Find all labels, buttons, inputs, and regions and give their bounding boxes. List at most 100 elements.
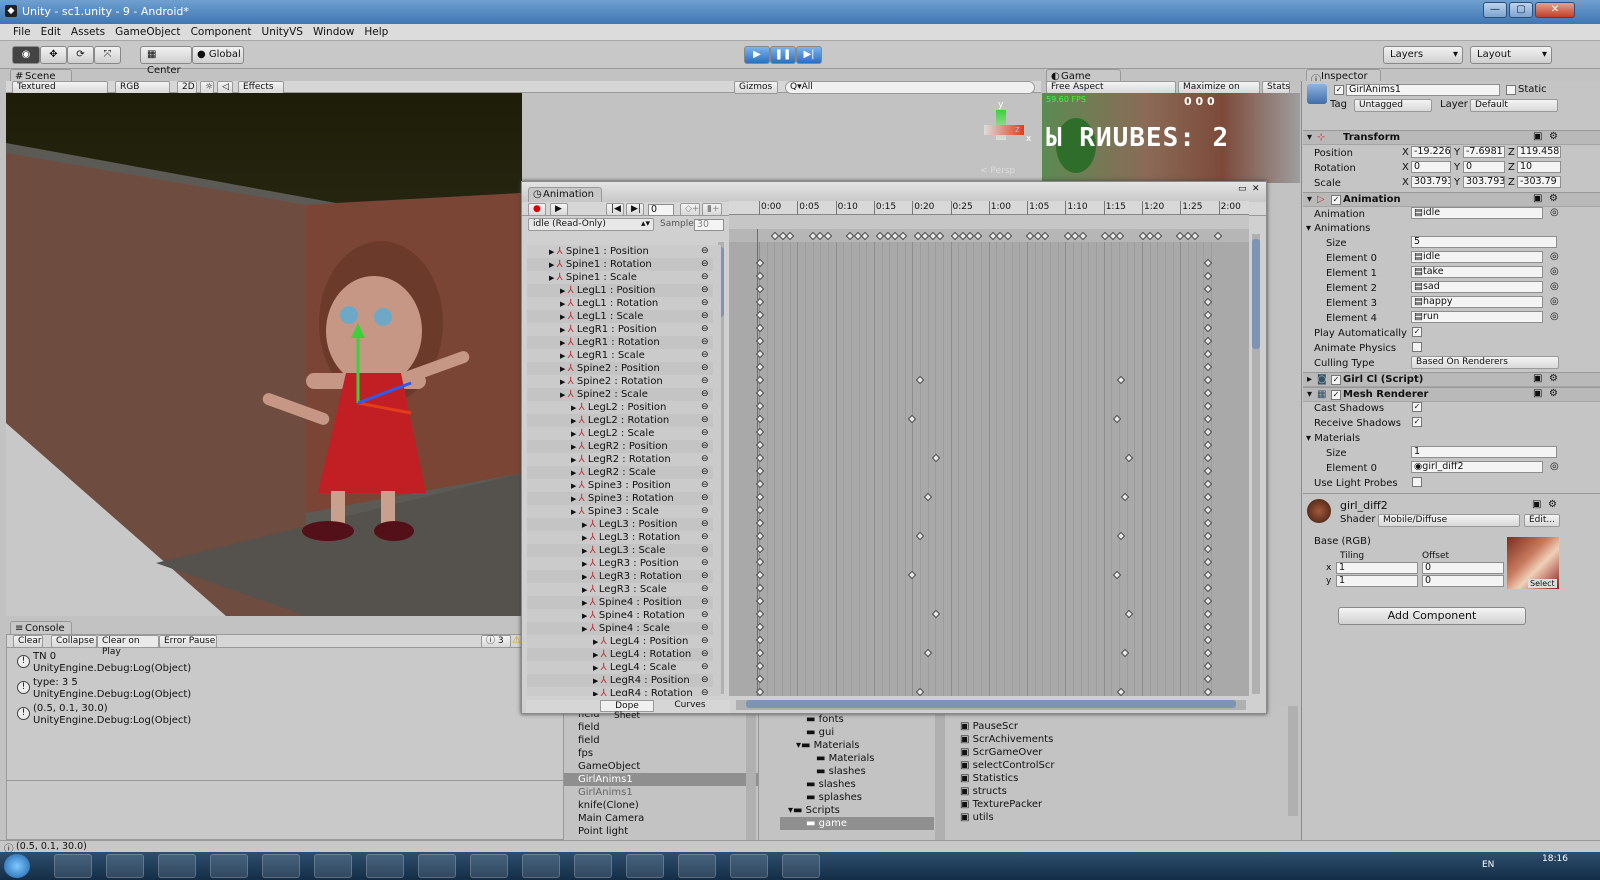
track-options-icon[interactable]: ⊖ (701, 323, 709, 336)
project-tree-scrollbar[interactable] (935, 706, 945, 840)
hand-tool-button[interactable]: ◉ (12, 46, 40, 64)
hierarchy-item[interactable]: Point light (578, 825, 628, 838)
material-size-field[interactable]: 1 (1411, 446, 1557, 458)
animation-track-row[interactable]: ▶ ⅄ Spine4 : Position ⊖ (527, 596, 713, 609)
offset-x-field[interactable]: 0 (1422, 562, 1504, 574)
taskbar-vs-icon[interactable] (730, 854, 768, 878)
tag-dropdown[interactable]: Untagged (1354, 99, 1432, 112)
rotation-x-field[interactable]: 0 (1411, 161, 1451, 173)
taskbar-app-icon[interactable] (158, 854, 196, 878)
gear-icon[interactable]: ⚙ (1549, 131, 1558, 142)
animation-track-row[interactable]: ▶ ⅄ LegR2 : Rotation ⊖ (527, 453, 713, 466)
gear-icon[interactable]: ⚙ (1549, 193, 1558, 204)
rotation-z-field[interactable]: 10 (1517, 161, 1561, 173)
chevron-right-icon[interactable]: ▶ (571, 404, 579, 412)
project-file[interactable]: ▣ Statistics (960, 772, 1018, 785)
track-options-icon[interactable]: ⊖ (701, 414, 709, 427)
project-folder[interactable]: ▾▬ Materials (796, 739, 860, 752)
chevron-right-icon[interactable]: ▶ (571, 430, 579, 438)
animation-track-row[interactable]: ▶ ⅄ LegL1 : Rotation ⊖ (527, 297, 713, 310)
taskbar-app-icon[interactable] (366, 854, 404, 878)
hierarchy-item[interactable]: knife(Clone) (578, 799, 639, 812)
animation-track-row[interactable]: ▶ ⅄ LegR1 : Scale ⊖ (527, 349, 713, 362)
animation-track-row[interactable]: ▶ ⅄ Spine2 : Position ⊖ (527, 362, 713, 375)
animation-track-row[interactable]: ▶ ⅄ LegL4 : Rotation ⊖ (527, 648, 713, 661)
project-folder[interactable]: ▬ gui (806, 726, 834, 739)
minimize-button[interactable]: — (1483, 2, 1507, 18)
chevron-right-icon[interactable]: ▶ (571, 469, 579, 477)
add-component-button[interactable]: Add Component (1338, 607, 1526, 625)
menu-unityvs[interactable]: UnityVS (257, 24, 308, 40)
track-options-icon[interactable]: ⊖ (701, 297, 709, 310)
keyframe[interactable] (1116, 531, 1126, 541)
project-file[interactable]: ▣ ScrGameOver (960, 746, 1042, 759)
track-options-icon[interactable]: ⊖ (701, 440, 709, 453)
taskbar-app-icon[interactable] (782, 854, 820, 878)
track-options-icon[interactable]: ⊖ (701, 427, 709, 440)
transform-header[interactable]: ▾ ⊹ Transform ▣ ⚙ (1303, 130, 1600, 145)
project-folder[interactable]: ▬ Materials (816, 752, 874, 765)
keyframe[interactable] (915, 375, 925, 385)
chevron-right-icon[interactable]: ▶ (571, 417, 579, 425)
animation-track-row[interactable]: ▶ ⅄ Spine3 : Rotation ⊖ (527, 492, 713, 505)
project-folder[interactable]: ▬ slashes (806, 778, 856, 791)
project-folder[interactable]: ▾▬ Scripts (788, 804, 840, 817)
taskbar-firefox-icon[interactable] (54, 854, 92, 878)
console-error-pause-button[interactable]: Error Pause (159, 635, 217, 648)
game-view[interactable]: 59.60 FPS 0 0 0 Ы RИUBES: 2 (1042, 93, 1300, 183)
chevron-right-icon[interactable]: ▶ (549, 274, 557, 282)
position-y-field[interactable]: -7.6981 (1463, 146, 1505, 158)
help-icon[interactable]: ▣ (1533, 373, 1542, 384)
chevron-right-icon[interactable]: ▶ (571, 508, 579, 516)
scale-y-field[interactable]: 303.793 (1463, 176, 1505, 188)
element-field[interactable]: ▤sad (1411, 281, 1543, 293)
track-options-icon[interactable]: ⊖ (701, 596, 709, 609)
keyframe[interactable] (1116, 687, 1126, 696)
scale-tool-button[interactable]: ⤧ (94, 46, 121, 64)
taskbar-app-icon[interactable] (574, 854, 612, 878)
start-button[interactable] (4, 854, 30, 878)
animation-track-row[interactable]: ▶ ⅄ LegL2 : Rotation ⊖ (527, 414, 713, 427)
element-field[interactable]: ▤idle (1411, 251, 1543, 263)
chevron-right-icon[interactable]: ▶ (571, 495, 579, 503)
animation-clip-field[interactable]: ▤idle (1411, 207, 1543, 219)
track-options-icon[interactable]: ⊖ (701, 336, 709, 349)
project-folder[interactable]: ▬ fonts (806, 713, 844, 726)
cast-shadows-checkbox[interactable]: ✓ (1412, 402, 1422, 412)
help-icon[interactable]: ▣ (1533, 131, 1542, 142)
scale-z-field[interactable]: -303.79 (1517, 176, 1561, 188)
console-clear-on-play-button[interactable]: Clear on Play (97, 635, 159, 657)
keyframe[interactable] (1120, 648, 1130, 658)
animation-track-row[interactable]: ▶ ⅄ LegL4 : Position ⊖ (527, 635, 713, 648)
animation-track-row[interactable]: ▶ ⅄ Spine2 : Scale ⊖ (527, 388, 713, 401)
hierarchy-item[interactable]: GameObject (578, 760, 640, 773)
animation-track-row[interactable]: ▶ ⅄ LegR2 : Position ⊖ (527, 440, 713, 453)
animation-track-row[interactable]: ▶ ⅄ LegL3 : Position ⊖ (527, 518, 713, 531)
play-button[interactable]: ▶ (744, 46, 770, 64)
animation-track-row[interactable]: ▶ ⅄ LegL3 : Scale ⊖ (527, 544, 713, 557)
animation-track-row[interactable]: ▶ ⅄ Spine1 : Position ⊖ (527, 245, 713, 258)
animation-track-row[interactable]: ▶ ⅄ Spine2 : Rotation ⊖ (527, 375, 713, 388)
chevron-right-icon[interactable]: ▶ (560, 352, 568, 360)
girl-script-header[interactable]: ▸ ◙ ✓ Girl Cl (Script) ▣ ⚙ (1303, 372, 1600, 387)
console-entry-line[interactable]: UnityEngine.Debug:Log(Object) (33, 663, 191, 674)
hierarchy-item-selected[interactable]: GirlAnims1 (578, 773, 633, 786)
keyframe[interactable] (907, 570, 917, 580)
menu-assets[interactable]: Assets (66, 24, 110, 40)
animate-physics-checkbox[interactable] (1412, 342, 1422, 352)
animation-track-row[interactable]: ▶ ⅄ Spine4 : Rotation ⊖ (527, 609, 713, 622)
tiling-x-field[interactable]: 1 (1336, 562, 1418, 574)
gizmos-dropdown[interactable]: Gizmos (734, 81, 778, 94)
console-collapse-button[interactable]: Collapse (51, 635, 97, 648)
animation-track-row[interactable]: ▶ ⅄ LegL1 : Scale ⊖ (527, 310, 713, 323)
animations-foldout[interactable]: ▾ Animations (1306, 222, 1370, 235)
console-info-count[interactable]: ⓘ 3 (481, 635, 511, 648)
chevron-right-icon[interactable]: ▶ (582, 573, 590, 581)
project-files-scrollbar[interactable] (1288, 706, 1298, 816)
animation-track-row[interactable]: ▶ ⅄ Spine1 : Rotation ⊖ (527, 258, 713, 271)
hierarchy-scrollbar[interactable] (746, 706, 756, 840)
track-options-icon[interactable]: ⊖ (701, 466, 709, 479)
keyframe[interactable] (931, 453, 941, 463)
taskbar-app-icon[interactable] (418, 854, 456, 878)
animation-track-row[interactable]: ▶ ⅄ Spine3 : Position ⊖ (527, 479, 713, 492)
